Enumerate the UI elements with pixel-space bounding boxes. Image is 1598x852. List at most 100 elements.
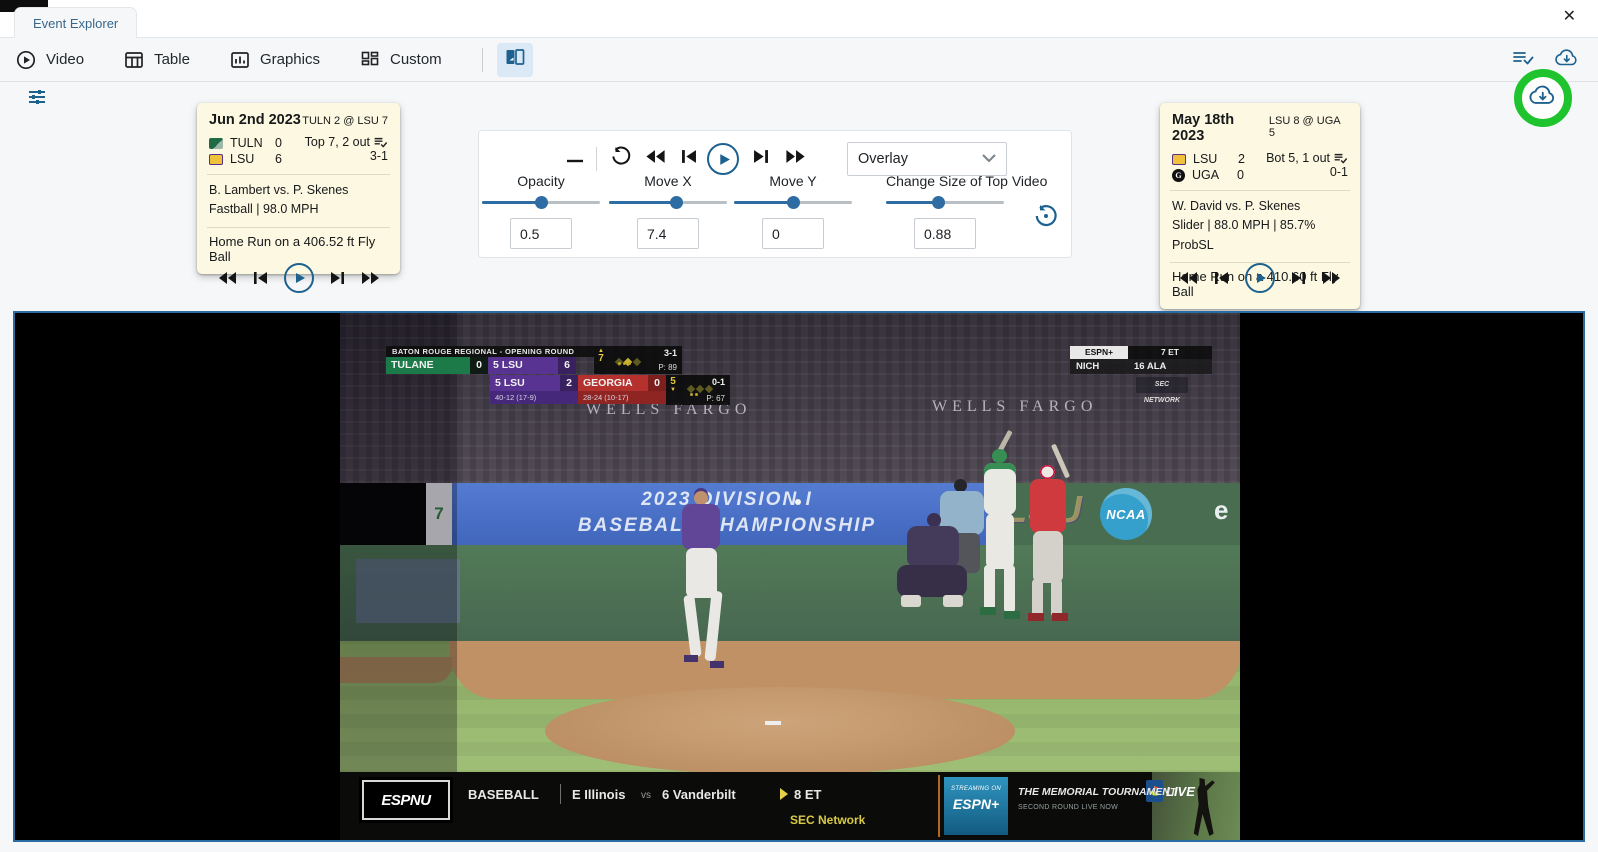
toolbar-table-label: Table [154, 51, 190, 68]
resize-top-video-input[interactable] [914, 218, 976, 249]
pitch-info: Slider | 88.0 MPH | 85.7% ProbSL [1172, 216, 1348, 255]
toolbar-video[interactable]: Video [16, 50, 84, 70]
video-player[interactable]: WELLS FARGO WELLS FARGO 7 2023 DIVISION … [13, 311, 1585, 842]
next-frame-button[interactable] [1292, 271, 1305, 285]
previous-frame-button[interactable] [1215, 271, 1228, 285]
queue-check-icon[interactable] [1512, 48, 1534, 73]
collapse-button[interactable] [567, 150, 583, 168]
ticker-vs: vs [641, 790, 651, 801]
event-card-left[interactable]: Jun 2nd 2023 TULN 2 @ LSU 7 TULN 0 LSU 6… [197, 103, 400, 274]
resize-top-video-slider[interactable] [886, 195, 1004, 209]
home-abbr: LSU [230, 152, 268, 166]
click-annotation-ring [1514, 69, 1572, 127]
next-frame-button[interactable] [754, 149, 768, 169]
espn-plus-streaming-box: STREAMING ON ESPN+ [944, 777, 1008, 835]
event-date: Jun 2nd 2023 [209, 112, 301, 128]
lsu-logo [209, 154, 223, 165]
overlay-compare-button[interactable] [497, 43, 533, 77]
promo-title: THE MEMORIAL TOURNAMENT [1018, 786, 1176, 798]
list-check-icon [1333, 152, 1348, 165]
home-score: 6 [275, 152, 282, 166]
fast-forward-button[interactable] [361, 271, 380, 285]
ticker-home-team: 6 Vanderbilt [662, 787, 736, 802]
move-x-input[interactable] [637, 218, 699, 249]
away-team-row: TULN 0 [209, 135, 282, 151]
move-y-slider[interactable] [734, 195, 852, 209]
close-button[interactable]: ✕ [1563, 9, 1576, 25]
scorebug-tulane-lsu: BATON ROUGE REGIONAL - OPENING ROUND TUL… [386, 346, 594, 374]
filter-button[interactable] [26, 86, 48, 108]
ticker-away-team: E Illinois [572, 787, 625, 802]
video-icon [16, 50, 36, 70]
divider [207, 227, 390, 228]
event-date: May 18th 2023 [1172, 112, 1269, 144]
home-abbr: UGA [1192, 168, 1230, 182]
tab-event-explorer[interactable]: Event Explorer [14, 7, 137, 38]
divider [207, 174, 390, 175]
tab-label: Event Explorer [33, 16, 118, 31]
broadcast-ticker: ⛳ LIVE ESPNU BASEBALL E Illinois vs 6 Va… [340, 772, 1240, 840]
move-x-label: Move X [609, 173, 727, 193]
play-button[interactable] [1245, 263, 1275, 293]
chevron-down-icon [982, 151, 996, 167]
grid-icon [360, 50, 380, 70]
fast-forward-button[interactable] [1322, 271, 1341, 285]
overlay-seam [340, 313, 457, 840]
dual-pane-play-icon [505, 47, 525, 72]
mode-select[interactable]: Overlay [847, 142, 1007, 176]
sliders-icon [26, 86, 48, 108]
resize-top-video-label: Change Size of Top Video [886, 173, 1004, 193]
toolbar-table[interactable]: Table [124, 50, 190, 70]
play-triangle-icon [780, 788, 788, 800]
opacity-input[interactable] [510, 218, 572, 249]
toolbar-custom-label: Custom [390, 51, 442, 68]
toolbar: Video Table Graphics Custom [0, 38, 1598, 82]
previous-frame-button[interactable] [682, 149, 696, 169]
cloud-download-icon[interactable] [1554, 48, 1580, 73]
move-y-label: Move Y [734, 173, 852, 193]
rewind-button[interactable] [645, 149, 666, 169]
event-matchup: TULN 2 @ LSU 7 [302, 115, 388, 127]
reset-button[interactable] [1033, 203, 1059, 234]
scorebug-title: BATON ROUGE REGIONAL - OPENING ROUND [386, 346, 594, 357]
lsu-logo [1172, 154, 1186, 165]
golf-promo-image: ⛳ LIVE [1152, 772, 1240, 840]
previous-frame-button[interactable] [254, 271, 267, 285]
espnu-logo: ESPNU [362, 780, 450, 820]
divider [596, 147, 597, 171]
home-team-row: LSU 6 [209, 151, 282, 167]
titlebar: Event Explorer ✕ [0, 0, 1598, 38]
event-matchup: LSU 8 @ UGA 5 [1269, 115, 1348, 139]
opacity-slider[interactable] [482, 195, 600, 209]
away-abbr: TULN [230, 136, 268, 150]
promo-subtitle: SECOND ROUND LIVE NOW [1018, 804, 1118, 811]
fast-forward-button[interactable] [785, 149, 806, 169]
play-button[interactable] [284, 263, 314, 293]
mode-select-value: Overlay [858, 151, 908, 167]
toolbar-graphics[interactable]: Graphics [230, 50, 320, 70]
cloud-download-icon[interactable] [1528, 84, 1558, 112]
left-playback-controls [197, 261, 400, 295]
play-button[interactable] [707, 143, 739, 175]
move-x-slider[interactable] [609, 195, 727, 209]
rewind-button[interactable] [1179, 271, 1198, 285]
bar-chart-icon [230, 50, 250, 70]
video-content: WELLS FARGO WELLS FARGO 7 2023 DIVISION … [340, 313, 1240, 840]
toolbar-custom[interactable]: Custom [360, 50, 442, 70]
right-playback-controls [1160, 261, 1360, 295]
restart-button[interactable] [610, 146, 632, 173]
list-check-icon [373, 136, 388, 149]
uga-logo: G [1172, 169, 1185, 182]
away-team-row: LSU 2 [1172, 151, 1245, 167]
toolbar-divider [482, 48, 483, 72]
rewind-button[interactable] [218, 271, 237, 285]
away-score: 0 [275, 136, 282, 150]
move-y-input[interactable] [762, 218, 824, 249]
scorebug-espn-upcoming: ESPN+ 7 ET NICH 16 ALA SEC NETWORK [1070, 346, 1212, 374]
matchup-players: B. Lambert vs. P. Skenes [209, 181, 388, 200]
overlay-control-panel: Overlay Opacity Move X Move Y [478, 130, 1072, 258]
ticker-time: 8 ET [794, 787, 821, 802]
pitch-count: 3-1 [305, 149, 388, 163]
toolbar-graphics-label: Graphics [260, 51, 320, 68]
next-frame-button[interactable] [331, 271, 344, 285]
